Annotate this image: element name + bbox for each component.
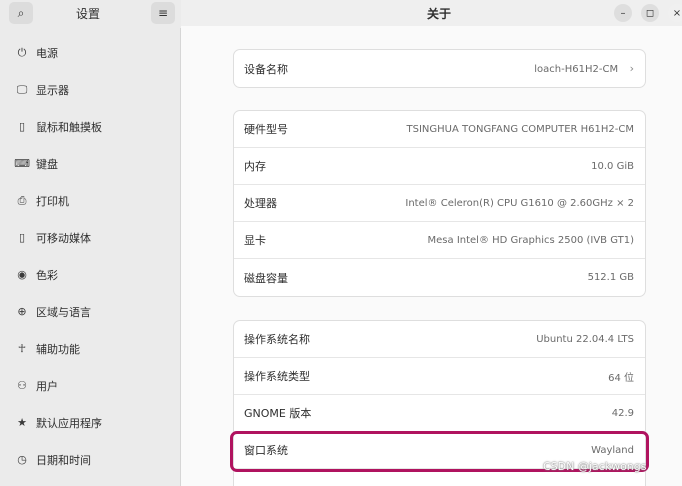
search-icon: ⌕	[17, 5, 25, 20]
device-name-label: 设备名称	[244, 62, 288, 76]
maximize-icon: ◻	[645, 7, 655, 19]
gnome-version-row: GNOME 版本 42.9	[234, 395, 645, 432]
sidebar-item-label: 区域与语言	[36, 305, 91, 319]
hamburger-menu-icon: ≡	[157, 6, 169, 20]
row-value: 512.1 GB	[587, 272, 634, 283]
sidebar-item-label: 用户	[36, 379, 58, 393]
row-value: 10.0 GiB	[591, 160, 634, 172]
row-value: Mesa Intel® HD Graphics 2500 (IVB GT1)	[427, 234, 634, 246]
row-label: 操作系统类型	[244, 370, 310, 383]
minimize-icon: –	[620, 7, 626, 19]
sidebar-item-accessibility[interactable]: ☥ 辅助功能	[0, 330, 181, 367]
device-name-row[interactable]: 设备名称 loach-H61H2-CM ›	[234, 50, 645, 87]
search-button[interactable]: ⌕	[9, 2, 33, 24]
sidebar: ♫ 声音 ⏻ 电源 🖵 显示器 ▯ 鼠标和触摸板 ⌨ 键盘 ⎙ 打印机 ▯ 可移…	[0, 0, 181, 486]
row-value: 64 位	[608, 372, 634, 384]
sidebar-item-label: 鼠标和触摸板	[36, 120, 102, 134]
row-label: 磁盘容量	[244, 271, 288, 285]
display-icon: 🖵	[16, 82, 28, 96]
star-icon: ★	[17, 416, 27, 429]
row-value: Ubuntu 22.04.4 LTS	[536, 333, 634, 345]
printer-icon: ⎙	[17, 193, 27, 207]
sidebar-item-printers[interactable]: ⎙ 打印机	[0, 182, 181, 219]
sidebar-item-removable-media[interactable]: ▯ 可移动媒体	[0, 219, 181, 256]
row-label: 硬件型号	[244, 123, 288, 136]
keyboard-icon: ⌨	[14, 157, 30, 170]
sidebar-item-date-time[interactable]: ◷ 日期和时间	[0, 441, 181, 478]
sidebar-item-label: 默认应用程序	[36, 416, 102, 430]
chevron-right-icon: ›	[629, 62, 634, 75]
globe-icon: ⊕	[17, 305, 27, 318]
os-type-row: 操作系统类型 64 位	[234, 358, 645, 395]
sidebar-item-label: 可移动媒体	[36, 231, 91, 245]
device-name-value: loach-H61H2-CM	[534, 64, 619, 75]
sidebar-list: ♫ 声音 ⏻ 电源 🖵 显示器 ▯ 鼠标和触摸板 ⌨ 键盘 ⎙ 打印机 ▯ 可移…	[0, 14, 181, 478]
sidebar-item-label: 打印机	[36, 194, 69, 208]
users-icon: ⚇	[17, 379, 27, 392]
sidebar-item-color[interactable]: ◉ 色彩	[0, 256, 181, 293]
mouse-icon: ▯	[18, 120, 26, 133]
row-label: GNOME 版本	[244, 407, 312, 420]
menu-button[interactable]: ≡	[151, 2, 175, 24]
watermark: CSDN @jackwongs	[543, 460, 647, 473]
sidebar-item-label: 键盘	[36, 157, 58, 171]
main-header: 关于 – ◻ ×	[181, 0, 682, 26]
removable-media-icon: ▯	[18, 231, 26, 244]
device-name-card: 设备名称 loach-H61H2-CM ›	[233, 49, 646, 88]
accessibility-icon: ☥	[17, 342, 27, 355]
page-title: 关于	[427, 7, 452, 21]
color-icon: ◉	[17, 268, 27, 281]
minimize-button[interactable]: –	[614, 4, 632, 22]
sidebar-item-region-language[interactable]: ⊕ 区域与语言	[0, 293, 181, 330]
os-name-row: 操作系统名称 Ubuntu 22.04.4 LTS	[234, 321, 645, 358]
row-label: 处理器	[244, 197, 277, 210]
hardware-card: 硬件型号 TSINGHUA TONGFANG COMPUTER H61H2-CM…	[233, 110, 646, 297]
close-button[interactable]: ×	[668, 4, 682, 22]
sidebar-item-label: 电源	[36, 46, 58, 60]
processor-row: 处理器 Intel® Celeron(R) CPU G1610 @ 2.60GH…	[234, 185, 645, 222]
row-label: 内存	[244, 160, 266, 173]
row-label: 操作系统名称	[244, 333, 310, 346]
graphics-row: 显卡 Mesa Intel® HD Graphics 2500 (IVB GT1…	[234, 222, 645, 259]
sidebar-item-label: 色彩	[36, 268, 58, 282]
sidebar-item-label: 日期和时间	[36, 453, 91, 467]
sidebar-title: 设置	[76, 7, 101, 21]
sidebar-item-displays[interactable]: 🖵 显示器	[0, 71, 181, 108]
power-icon: ⏻	[17, 45, 27, 59]
row-value: Intel® Celeron(R) CPU G1610 @ 2.60GHz × …	[405, 197, 634, 209]
hardware-model-row: 硬件型号 TSINGHUA TONGFANG COMPUTER H61H2-CM	[234, 111, 645, 148]
row-label: 显卡	[244, 234, 266, 247]
close-icon: ×	[672, 7, 682, 19]
disk-capacity-row: 磁盘容量 512.1 GB	[234, 259, 645, 296]
clock-icon: ◷	[17, 453, 27, 466]
sidebar-item-mouse[interactable]: ▯ 鼠标和触摸板	[0, 108, 181, 145]
sidebar-item-keyboard[interactable]: ⌨ 键盘	[0, 145, 181, 182]
sidebar-item-power[interactable]: ⏻ 电源	[0, 34, 181, 71]
maximize-button[interactable]: ◻	[641, 4, 659, 22]
row-value: 42.9	[611, 407, 634, 419]
sidebar-item-default-apps[interactable]: ★ 默认应用程序	[0, 404, 181, 441]
memory-row: 内存 10.0 GiB	[234, 148, 645, 185]
row-value: TSINGHUA TONGFANG COMPUTER H61H2-CM	[406, 123, 634, 135]
sidebar-item-label: 显示器	[36, 83, 69, 97]
sidebar-header: ⌕ 设置 ≡	[0, 0, 181, 28]
sidebar-item-users[interactable]: ⚇ 用户	[0, 367, 181, 404]
sidebar-item-label: 辅助功能	[36, 342, 80, 356]
